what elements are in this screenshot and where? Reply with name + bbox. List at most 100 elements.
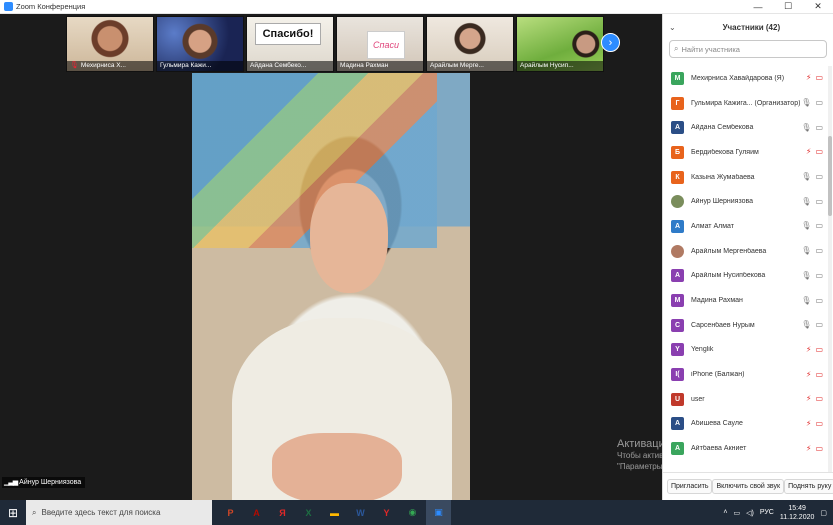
tray-chevron-icon[interactable]: ˄: [723, 509, 727, 516]
search-icon: ⌕: [32, 507, 37, 517]
clock-date: 11.12.2020: [779, 513, 815, 521]
participants-header: ⌄ Участники (42): [663, 14, 833, 40]
zoom-icon[interactable]: ▣: [426, 500, 451, 525]
collapse-chevron-icon[interactable]: ⌄: [669, 23, 676, 32]
participant-name: Арайлым Нусипбекова: [691, 272, 766, 280]
participant-row[interactable]: А Абишева Сауле ⚡ ▭: [663, 412, 829, 437]
mic-muted-icon: ⚡: [805, 344, 812, 354]
mic-icon: 🎙: [801, 320, 812, 330]
participant-name: Сарсенбаев Нурым: [691, 321, 755, 329]
chrome-icon[interactable]: ◉: [400, 500, 425, 525]
avatar: С: [671, 318, 684, 332]
file-explorer-icon[interactable]: ▬: [322, 500, 347, 525]
mic-icon: 🎙: [801, 172, 812, 182]
avatar: А: [671, 269, 684, 283]
acrobat-icon[interactable]: A: [244, 500, 269, 525]
mic-muted-icon: 🎙: [70, 62, 79, 69]
thumbnail-strip: 🎙 Мехирниса Х... Гульмира Кажи... Спасибо…: [66, 16, 604, 72]
input-language[interactable]: РУС: [760, 509, 774, 516]
camera-off-icon: ▭: [815, 344, 823, 354]
participant-row[interactable]: К Казына Жумабаева 🎙 ▭: [663, 165, 829, 190]
participant-row[interactable]: Y Yenglik ⚡ ▭: [663, 338, 829, 363]
signal-strength-icon: ▁▃▅: [4, 479, 18, 486]
mic-icon: 🎙: [801, 221, 812, 231]
camera-off-icon: ▭: [815, 147, 823, 157]
participant-name: Бердибекова Гуляим: [691, 148, 759, 156]
window-titlebar: Zoom Конференция — ☐ ✕: [0, 0, 833, 14]
close-button[interactable]: ✕: [803, 0, 833, 14]
participant-name: Абишева Сауле: [691, 420, 743, 428]
unmute-self-button[interactable]: Включить свой звук: [712, 479, 785, 494]
active-speaker-video: [192, 73, 470, 500]
participant-row[interactable]: А Алмат Алмат 🎙 ▭: [663, 214, 829, 239]
mic-icon: 🎙: [801, 122, 812, 132]
raise-hand-button[interactable]: Поднять руку: [784, 479, 833, 494]
video-thumbnail[interactable]: Гульмира Кажи...: [156, 16, 244, 72]
avatar: [671, 195, 684, 209]
participant-row[interactable]: С Сарсенбаев Нурым 🎙 ▭: [663, 313, 829, 338]
volume-icon[interactable]: ◁): [746, 509, 754, 517]
video-thumbnail[interactable]: Спаси Мадина Рахман: [336, 16, 424, 72]
participants-title: Участники (42): [722, 22, 781, 32]
mic-icon: 🎙: [801, 246, 812, 256]
thumbnail-label: Айдана Сембеко...: [250, 62, 307, 69]
windows-taskbar: ⊞ ⌕ Введите здесь текст для поиска P A Я X ▬…: [0, 500, 833, 525]
camera-off-icon: ▭: [815, 418, 823, 428]
invite-button[interactable]: Пригласить: [667, 479, 713, 494]
taskbar-search[interactable]: ⌕ Введите здесь текст для поиска: [26, 500, 212, 525]
maximize-button[interactable]: ☐: [773, 0, 803, 14]
participant-row[interactable]: Б Бердибекова Гуляим ⚡ ▭: [663, 140, 829, 165]
video-thumbnail[interactable]: Арайлым Мерге...: [426, 16, 514, 72]
clock-time: 15:49: [788, 504, 806, 512]
camera-icon: ▭: [815, 270, 823, 280]
powerpoint-icon[interactable]: P: [218, 500, 243, 525]
thumbnail-label: Мадина Рахман: [340, 62, 389, 69]
minimize-button[interactable]: —: [743, 0, 773, 14]
video-stage: 🎙 Мехирниса Х... Гульмира Кажи... Спасибо…: [0, 14, 806, 500]
window-title: Zoom Конференция: [16, 2, 86, 11]
avatar: А: [671, 121, 684, 135]
participant-name: Арайлым Мергенбаева: [691, 247, 767, 255]
mic-icon: 🎙: [801, 295, 812, 305]
excel-icon[interactable]: X: [296, 500, 321, 525]
avatar: М: [671, 294, 684, 308]
participant-row[interactable]: А Арайлым Нусипбекова 🎙 ▭: [663, 264, 829, 289]
zoom-app-icon: [4, 2, 13, 11]
participant-row[interactable]: Айнур Шерниязова 🎙 ▭: [663, 189, 829, 214]
participant-row[interactable]: М Мадина Рахман 🎙 ▭: [663, 288, 829, 313]
participant-row[interactable]: А Айтбаева Акниет ⚡ ▭: [663, 436, 829, 461]
camera-icon: ▭: [815, 320, 823, 330]
avatar: А: [671, 417, 684, 431]
participant-row[interactable]: М Мехирниса Хавайдарова (Я) ⚡ ▭: [663, 66, 829, 91]
camera-off-icon: ▭: [815, 443, 823, 453]
participant-name: Мехирниса Хавайдарова (Я): [691, 74, 785, 82]
camera-icon: ▭: [815, 196, 823, 206]
participant-row[interactable]: А Айдана Сембекова 🎙 ▭: [663, 115, 829, 140]
search-icon: ⌕: [674, 44, 679, 53]
yandex-icon[interactable]: Я: [270, 500, 295, 525]
avatar: Y: [671, 343, 684, 357]
taskbar-clock[interactable]: 15:49 11.12.2020: [780, 504, 815, 522]
yandex-browser-icon[interactable]: Y: [374, 500, 399, 525]
notifications-icon[interactable]: ▢: [820, 509, 827, 517]
avatar: А: [671, 219, 684, 233]
camera-off-icon: ▭: [815, 73, 823, 83]
video-thumbnail[interactable]: Спасибо! Айдана Сембеко...: [246, 16, 334, 72]
word-icon[interactable]: W: [348, 500, 373, 525]
network-icon[interactable]: ▭: [733, 509, 740, 517]
participant-row[interactable]: Г Гульмира Кажига... (Организатор) 🎙 ▭: [663, 91, 829, 116]
participant-row[interactable]: I(iPhone (Балжан) ⚡ ▭: [663, 362, 829, 387]
video-thumbnail[interactable]: 🎙 Мехирниса Х...: [66, 16, 154, 72]
camera-off-icon: ▭: [815, 369, 823, 379]
participant-search-input[interactable]: [681, 44, 812, 54]
participant-row[interactable]: Арайлым Мергенбаева 🎙 ▭: [663, 239, 829, 264]
avatar: А: [671, 442, 684, 456]
video-thumbnail[interactable]: Арайлым Нусип...: [516, 16, 604, 72]
avatar: М: [671, 71, 684, 85]
mic-muted-icon: ⚡: [805, 394, 812, 404]
participant-list-scrollbar[interactable]: [828, 66, 832, 476]
camera-icon: ▭: [815, 172, 823, 182]
next-page-chevron-icon[interactable]: ›: [601, 33, 620, 52]
windows-start-icon[interactable]: ⊞: [0, 500, 26, 525]
participant-row[interactable]: Uuser ⚡ ▭: [663, 387, 829, 412]
